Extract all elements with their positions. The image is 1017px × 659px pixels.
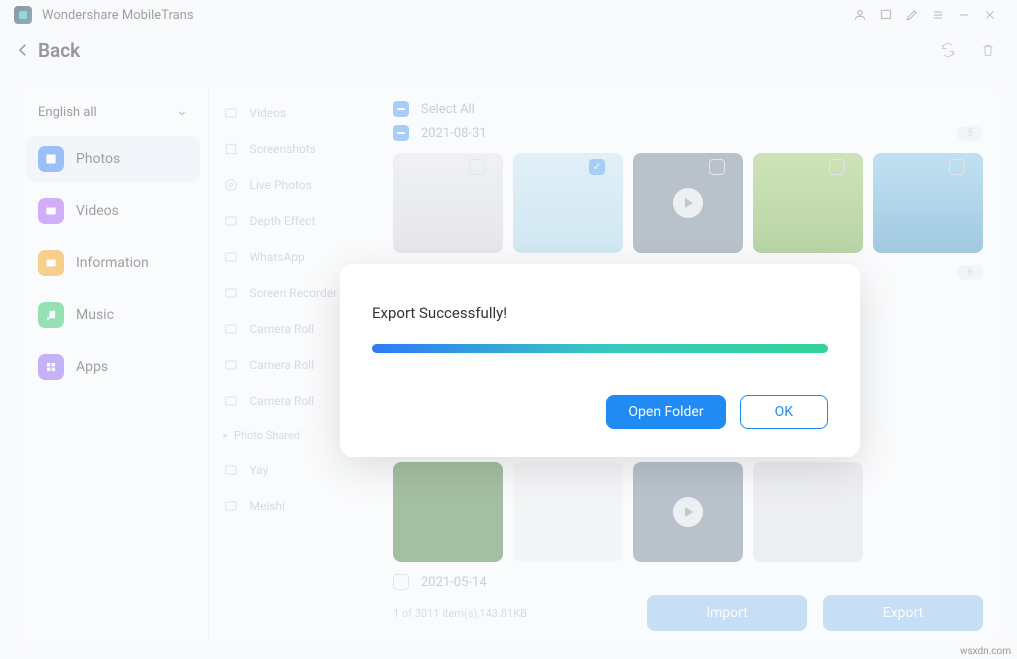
watermark: wsxdn.com bbox=[960, 646, 1011, 657]
export-success-modal: Export Successfully! Open Folder OK bbox=[340, 264, 860, 457]
open-folder-button[interactable]: Open Folder bbox=[606, 395, 725, 429]
modal-title: Export Successfully! bbox=[372, 304, 828, 322]
progress-bar bbox=[372, 344, 828, 353]
modal-actions: Open Folder OK bbox=[372, 395, 828, 429]
ok-button[interactable]: OK bbox=[740, 395, 828, 429]
